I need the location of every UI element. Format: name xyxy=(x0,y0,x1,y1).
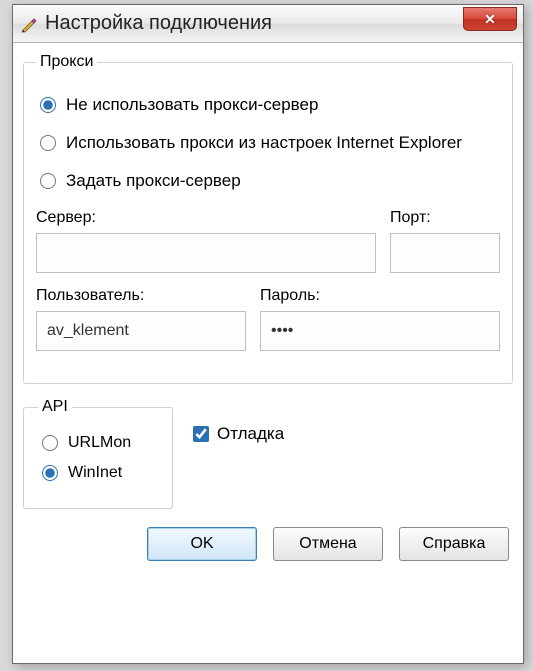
password-label: Пароль: xyxy=(260,287,500,305)
close-button[interactable]: ✕ xyxy=(463,7,517,31)
debug-label: Отладка xyxy=(217,424,284,444)
dialog-content: Прокси Не использовать прокси-сервер Исп… xyxy=(13,43,523,571)
dialog-window: Настройка подключения ✕ Прокси Не исполь… xyxy=(12,4,524,664)
ok-button[interactable]: OK xyxy=(147,527,257,561)
proxy-option-ie[interactable]: Использовать прокси из настроек Internet… xyxy=(36,133,500,153)
proxy-option-ie-label: Использовать прокси из настроек Internet… xyxy=(66,133,462,153)
api-option-wininet[interactable]: WinInet xyxy=(38,464,158,482)
proxy-option-custom[interactable]: Задать прокси-сервер xyxy=(36,171,500,191)
user-label: Пользователь: xyxy=(36,287,246,305)
window-title: Настройка подключения xyxy=(45,12,272,35)
proxy-legend: Прокси xyxy=(36,53,97,71)
server-label: Сервер: xyxy=(36,209,376,227)
proxy-radio-custom[interactable] xyxy=(40,173,56,189)
proxy-radio-none[interactable] xyxy=(40,97,56,113)
proxy-option-custom-label: Задать прокси-сервер xyxy=(66,171,241,191)
api-option-urlmon-label: URLMon xyxy=(68,434,131,452)
proxy-form: Сервер: Порт: Пользователь: Пароль: xyxy=(36,209,500,351)
help-button[interactable]: Справка xyxy=(399,527,509,561)
password-input[interactable] xyxy=(260,311,500,351)
debug-checkbox-row[interactable]: Отладка xyxy=(193,424,284,444)
debug-checkbox[interactable] xyxy=(193,426,209,442)
proxy-group: Прокси Не использовать прокси-сервер Исп… xyxy=(23,53,513,384)
port-label: Порт: xyxy=(390,209,500,227)
port-input[interactable] xyxy=(390,233,500,273)
api-radio-wininet[interactable] xyxy=(42,465,58,481)
api-radio-urlmon[interactable] xyxy=(42,435,58,451)
lower-row: API URLMon WinInet Отладка xyxy=(23,398,513,509)
titlebar: Настройка подключения ✕ xyxy=(13,5,523,43)
close-icon: ✕ xyxy=(484,11,496,28)
server-input[interactable] xyxy=(36,233,376,273)
proxy-radio-ie[interactable] xyxy=(40,135,56,151)
button-row: OK Отмена Справка xyxy=(23,527,513,561)
app-icon xyxy=(19,14,39,34)
api-legend: API xyxy=(38,398,72,416)
proxy-option-none-label: Не использовать прокси-сервер xyxy=(66,95,318,115)
proxy-option-none[interactable]: Не использовать прокси-сервер xyxy=(36,95,500,115)
api-option-wininet-label: WinInet xyxy=(68,464,122,482)
cancel-button[interactable]: Отмена xyxy=(273,527,383,561)
api-group: API URLMon WinInet xyxy=(23,398,173,509)
user-input[interactable] xyxy=(36,311,246,351)
api-option-urlmon[interactable]: URLMon xyxy=(38,434,158,452)
